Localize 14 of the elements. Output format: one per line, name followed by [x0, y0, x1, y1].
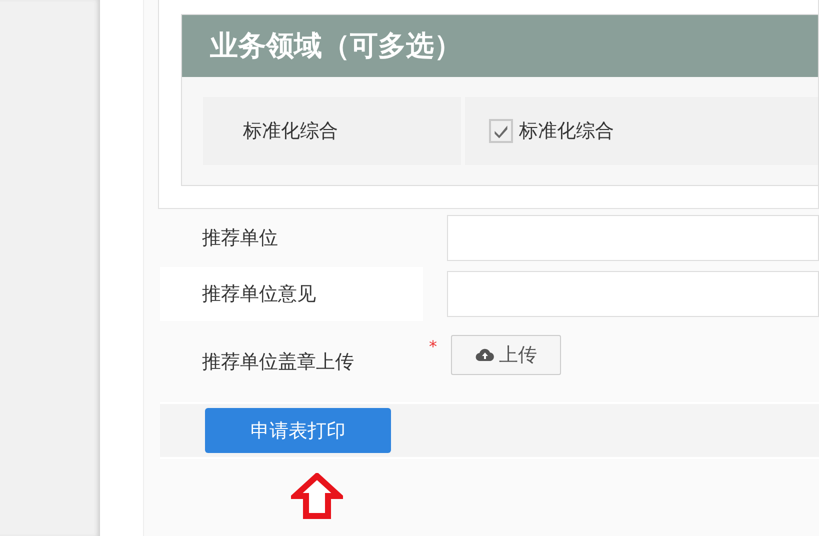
checkbox[interactable]	[489, 119, 513, 143]
field-label: 推荐单位意见	[202, 282, 316, 307]
field-label: 推荐单位盖章上传	[202, 350, 354, 375]
input-field[interactable]	[447, 271, 819, 317]
field-label: 推荐单位	[202, 226, 278, 251]
up-arrow-icon	[291, 473, 343, 519]
cloud-upload-icon	[475, 348, 495, 362]
required-mark: *	[429, 337, 437, 356]
section-title: 业务领域（可多选）	[210, 28, 462, 64]
checkbox-label[interactable]: 标准化综合	[519, 118, 614, 144]
print-button[interactable]: 申请表打印	[205, 408, 391, 453]
field-label: 标准化综合	[243, 119, 338, 144]
upload-button[interactable]: 上传	[451, 335, 561, 375]
input-field[interactable]	[447, 215, 819, 261]
